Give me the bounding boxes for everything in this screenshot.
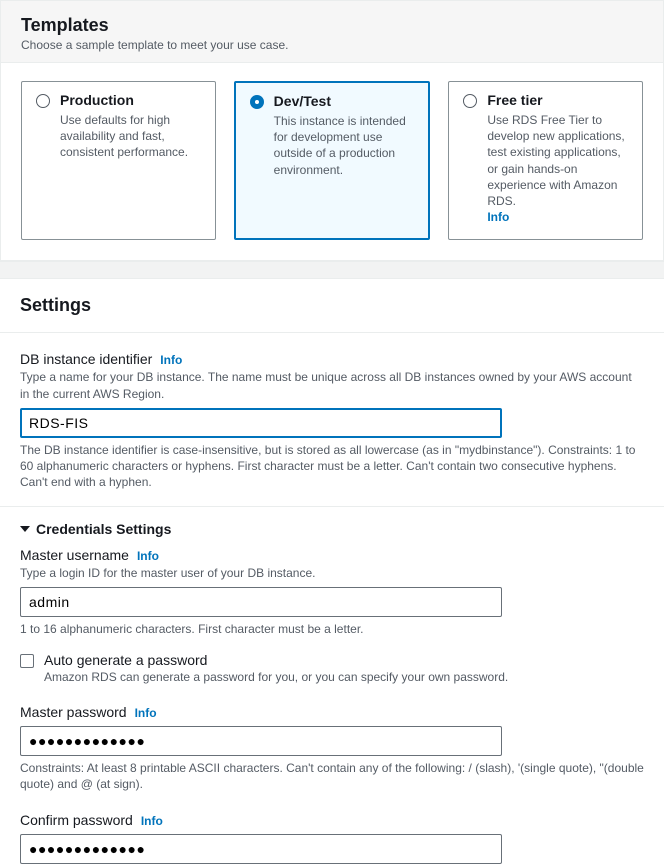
password-constraint: Constraints: At least 8 printable ASCII … xyxy=(20,760,644,792)
info-link[interactable]: Info xyxy=(160,353,182,367)
template-desc: Use RDS Free Tier to develop new applica… xyxy=(487,112,628,225)
password-field: Master password Info Constraints: At lea… xyxy=(20,704,644,792)
radio-icon xyxy=(36,94,50,108)
info-link[interactable]: Info xyxy=(141,814,163,828)
username-input[interactable] xyxy=(20,587,502,617)
templates-subtitle: Choose a sample template to meet your us… xyxy=(21,38,643,52)
autogen-label: Auto generate a password xyxy=(44,652,508,668)
username-field: Master username Info Type a login ID for… xyxy=(20,547,644,637)
templates-title: Templates xyxy=(21,15,643,36)
template-desc: This instance is intended for developmen… xyxy=(274,113,415,178)
template-desc-text: Use RDS Free Tier to develop new applica… xyxy=(487,113,624,208)
template-card-freetier[interactable]: Free tier Use RDS Free Tier to develop n… xyxy=(448,81,643,240)
autogen-text: Auto generate a password Amazon RDS can … xyxy=(44,652,508,684)
credentials-body: Master username Info Type a login ID for… xyxy=(0,539,664,864)
username-label: Master username xyxy=(20,547,129,563)
dbid-field: DB instance identifier Info Type a name … xyxy=(0,333,664,507)
dbid-helper: Type a name for your DB instance. The na… xyxy=(20,369,644,401)
template-card-production[interactable]: Production Use defaults for high availab… xyxy=(21,81,216,240)
checkbox-icon xyxy=(20,654,34,668)
panel-gap xyxy=(0,261,664,279)
confirm-input[interactable] xyxy=(20,834,502,864)
settings-title: Settings xyxy=(0,279,664,333)
template-title: Free tier xyxy=(487,92,542,108)
templates-panel: Templates Choose a sample template to me… xyxy=(0,0,664,261)
template-cards: Production Use defaults for high availab… xyxy=(21,81,643,240)
template-card-devtest[interactable]: Dev/Test This instance is intended for d… xyxy=(234,81,431,240)
caret-down-icon xyxy=(20,526,30,532)
username-constraint: 1 to 16 alphanumeric characters. First c… xyxy=(20,621,644,637)
dbid-input[interactable] xyxy=(20,408,502,438)
templates-header: Templates Choose a sample template to me… xyxy=(1,1,663,63)
template-title: Dev/Test xyxy=(274,93,331,109)
confirm-label: Confirm password xyxy=(20,812,133,828)
settings-panel: Settings DB instance identifier Info Typ… xyxy=(0,279,664,864)
password-label: Master password xyxy=(20,704,127,720)
credentials-toggle[interactable]: Credentials Settings xyxy=(0,507,664,539)
templates-body: Production Use defaults for high availab… xyxy=(1,63,663,260)
info-link[interactable]: Info xyxy=(135,706,157,720)
template-title: Production xyxy=(60,92,134,108)
radio-icon xyxy=(250,95,264,109)
confirm-field: Confirm password Info xyxy=(20,812,644,864)
info-link[interactable]: Info xyxy=(487,210,509,224)
autogen-row[interactable]: Auto generate a password Amazon RDS can … xyxy=(20,652,644,684)
autogen-desc: Amazon RDS can generate a password for y… xyxy=(44,670,508,684)
password-input[interactable] xyxy=(20,726,502,756)
radio-icon xyxy=(463,94,477,108)
info-link[interactable]: Info xyxy=(137,549,159,563)
username-helper: Type a login ID for the master user of y… xyxy=(20,565,644,581)
dbid-label: DB instance identifier xyxy=(20,351,152,367)
dbid-constraint: The DB instance identifier is case-insen… xyxy=(20,442,644,491)
template-desc: Use defaults for high availability and f… xyxy=(60,112,201,161)
credentials-subheading: Credentials Settings xyxy=(36,521,171,537)
